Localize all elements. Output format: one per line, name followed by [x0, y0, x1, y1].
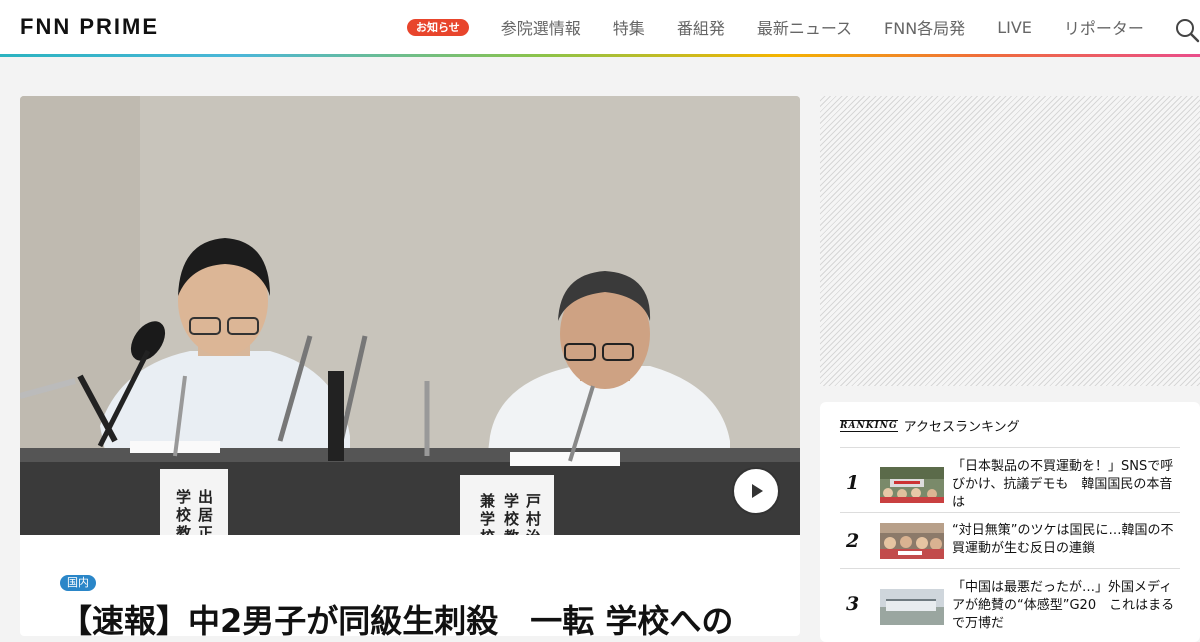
ranking-heading: アクセスランキング [903, 420, 1020, 435]
rank-number: 3 [846, 593, 860, 615]
nav-item-election[interactable]: 参院選情報 [501, 15, 581, 39]
featured-article-card[interactable]: 出 居 正 学 校 教 戸 村 治 学 校 教 兼 学 校 国内 【速報】中2男… [20, 96, 800, 636]
nav-item-features[interactable]: 特集 [613, 15, 645, 39]
ranking-thumbnail[interactable] [880, 589, 944, 625]
nameplate-right-column-2: 学 校 教 [176, 488, 194, 535]
notice-badge[interactable]: お知らせ [407, 18, 469, 36]
ranking-item-1[interactable]: 1 「日本製品の不買運動を！」SNSで呼びかけ、抗議デモも 韓国国民の本音は [840, 447, 1180, 512]
play-icon [752, 484, 763, 498]
nameplate-char: 学 [176, 488, 192, 506]
header-color-stripe [0, 54, 1200, 57]
site-header: FNN PRIME お知らせ 参院選情報 特集 番組発 最新ニュース FNN各局… [0, 0, 1200, 54]
ranking-item-title[interactable]: 「中国は最悪だったが…」外国メディアが絶賛の“体感型”G20 これはまるで万博だ [952, 579, 1180, 633]
nameplate-char: 校 [480, 528, 495, 535]
nameplate-left-column-3: 兼 学 校 [480, 492, 498, 535]
nav-item-latest-news[interactable]: 最新ニュース [757, 15, 852, 39]
nameplate-char: 治 [526, 528, 541, 535]
nameplate-char: 学 [504, 492, 520, 510]
rank-number: 1 [846, 472, 860, 494]
main-nav: お知らせ 参院選情報 特集 番組発 最新ニュース FNN各局発 LIVE リポー… [407, 0, 1176, 54]
ad-placeholder [820, 96, 1200, 386]
nameplate-char: 兼 [480, 492, 496, 510]
ranking-item-2[interactable]: 2 “対日無策”のツケは国民に…韓国の不買運動が生む反日の連鎖 [840, 512, 1180, 568]
ranking-panel: RANKING アクセスランキング 1 「日本製品の不買運動を！」SNSで呼びか… [820, 402, 1200, 642]
category-badge[interactable]: 国内 [60, 575, 96, 591]
nameplate-left-column-1: 戸 村 治 [526, 492, 544, 535]
nameplate-char: 居 [198, 506, 214, 524]
nav-item-live[interactable]: LIVE [997, 18, 1032, 37]
fnn-prime-logo[interactable]: FNN PRIME [20, 15, 159, 39]
ranking-logo: RANKING [840, 419, 898, 432]
nameplate-char: 教 [504, 528, 519, 535]
nameplate-char: 教 [176, 524, 192, 535]
nameplate-right-column-1: 出 居 正 [198, 488, 216, 535]
play-button[interactable] [732, 467, 780, 515]
nav-item-programs[interactable]: 番組発 [677, 15, 725, 39]
ranking-list: 1 「日本製品の不買運動を！」SNSで呼びかけ、抗議デモも 韓国国民の本音は 2… [840, 447, 1180, 633]
nameplate-char: 学 [480, 510, 496, 528]
nav-item-reporters[interactable]: リポーター [1064, 15, 1144, 39]
press-conference-video-image[interactable]: 出 居 正 学 校 教 戸 村 治 学 校 教 兼 学 校 [20, 96, 800, 535]
ranking-thumbnail[interactable] [880, 523, 944, 559]
search-icon[interactable] [1174, 17, 1200, 43]
nameplate-char: 村 [526, 510, 542, 528]
article-headline[interactable]: 【速報】中2男子が同級生刺殺 一転 学校への [60, 601, 733, 636]
ranking-item-3[interactable]: 3 「中国は最悪だったが…」外国メディアが絶賛の“体感型”G20 これはまるで万… [840, 568, 1180, 633]
nameplate-char: 校 [176, 506, 192, 524]
ranking-item-title[interactable]: “対日無策”のツケは国民に…韓国の不買運動が生む反日の連鎖 [952, 522, 1180, 558]
ranking-thumbnail[interactable] [880, 467, 944, 503]
rank-number: 2 [846, 530, 860, 552]
ranking-title: RANKING アクセスランキング [840, 416, 1020, 435]
nameplate-left-column-2: 学 校 教 [504, 492, 522, 535]
nameplate-char: 校 [504, 510, 520, 528]
nav-item-fnn-stations[interactable]: FNN各局発 [884, 15, 965, 39]
nameplate-char: 出 [198, 488, 214, 506]
nameplate-char: 正 [198, 524, 214, 535]
ranking-item-title[interactable]: 「日本製品の不買運動を！」SNSで呼びかけ、抗議デモも 韓国国民の本音は [952, 458, 1180, 512]
nameplate-char: 戸 [526, 492, 542, 510]
